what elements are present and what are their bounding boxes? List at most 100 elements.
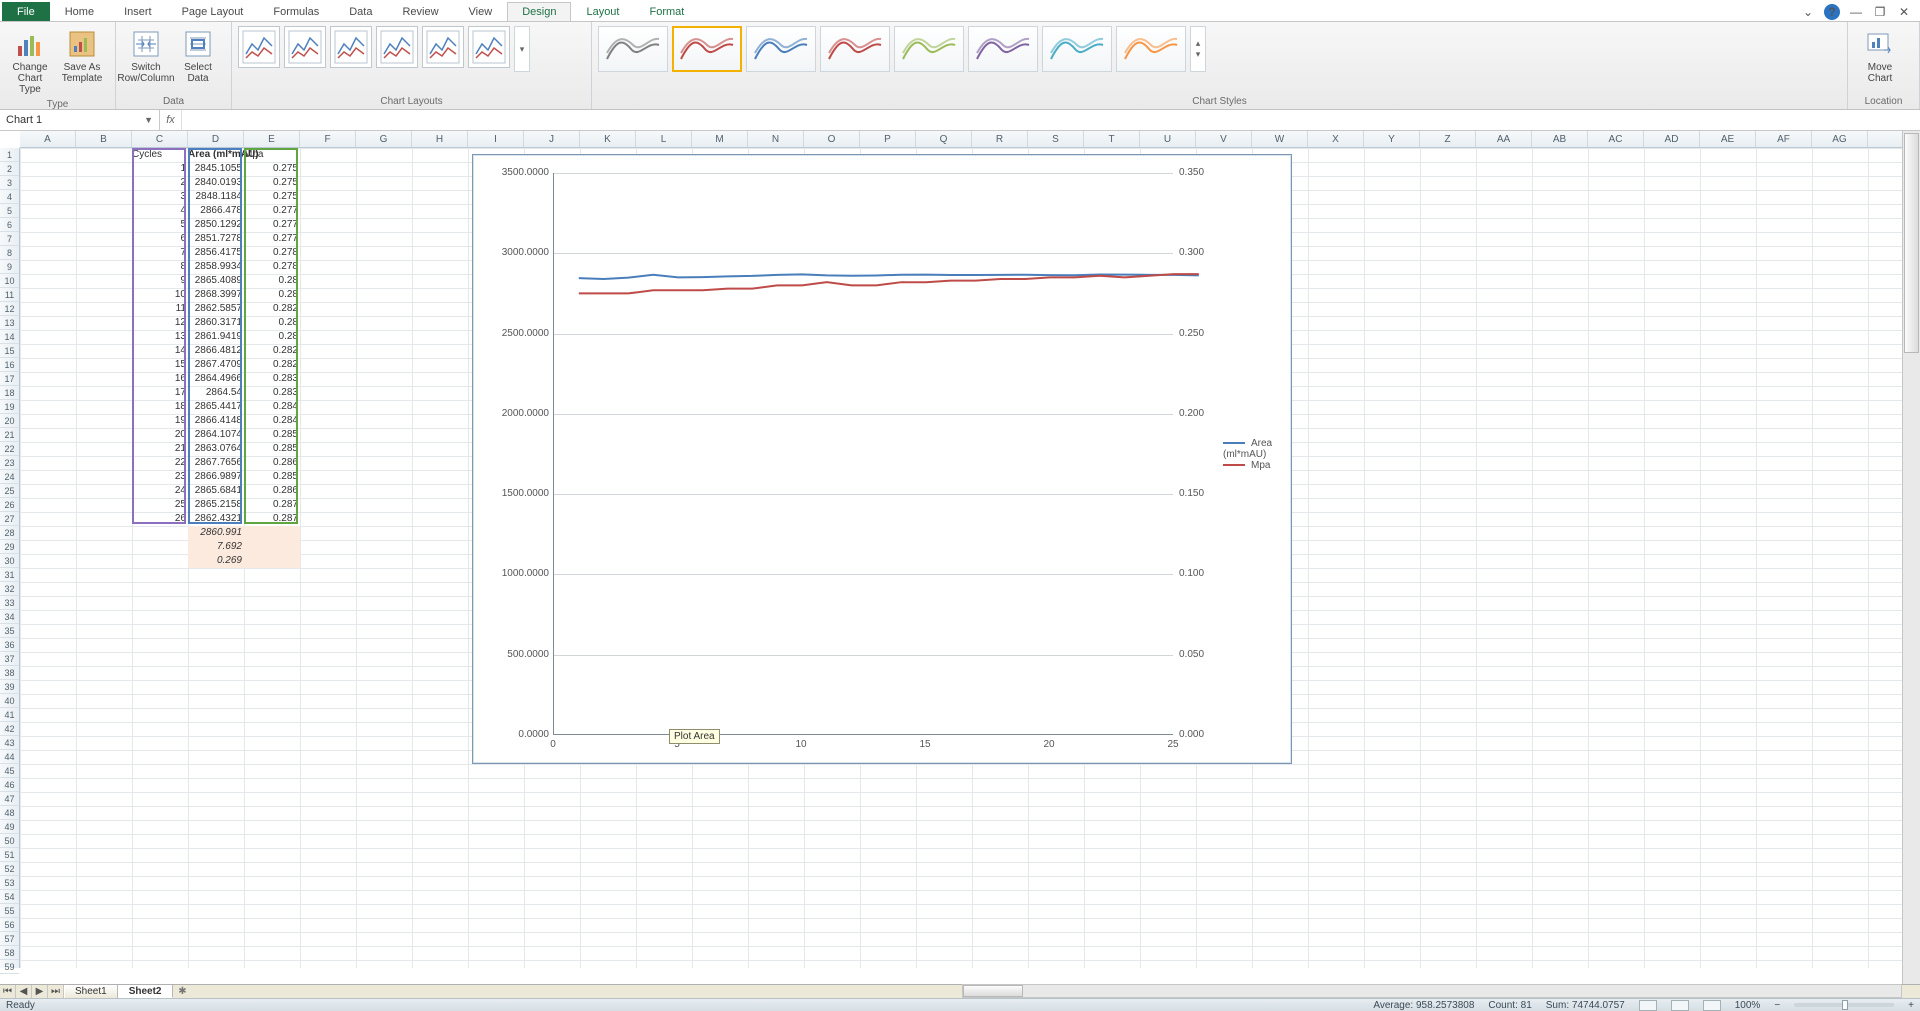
col-header[interactable]: AD (1644, 131, 1700, 147)
col-header[interactable]: Y (1364, 131, 1420, 147)
view-pagebreak-button[interactable] (1703, 1000, 1721, 1011)
row-header[interactable]: 35 (0, 624, 19, 638)
row-header[interactable]: 42 (0, 722, 19, 736)
row-header[interactable]: 36 (0, 638, 19, 652)
sheet-nav[interactable]: ⏮ ◀ ▶ ⏭ (0, 985, 64, 998)
move-chart-button[interactable]: Move Chart (1854, 26, 1906, 86)
chart-layout-4[interactable] (376, 26, 418, 68)
chevron-down-icon[interactable]: ▼ (144, 115, 153, 125)
chart-style-6[interactable] (968, 26, 1038, 72)
row-header[interactable]: 14 (0, 330, 19, 344)
scrollbar-thumb[interactable] (1904, 133, 1919, 353)
row-header[interactable]: 12 (0, 302, 19, 316)
row-header[interactable]: 47 (0, 792, 19, 806)
row-header[interactable]: 51 (0, 848, 19, 862)
nav-next-icon[interactable]: ▶ (32, 985, 48, 998)
window-minimize-icon[interactable]: — (1848, 4, 1864, 20)
col-header[interactable]: F (300, 131, 356, 147)
new-sheet-button[interactable]: ✱ (173, 985, 193, 998)
chart-style-4[interactable] (820, 26, 890, 72)
col-header[interactable]: A (20, 131, 76, 147)
nav-first-icon[interactable]: ⏮ (0, 985, 16, 998)
row-header[interactable]: 46 (0, 778, 19, 792)
col-header[interactable]: G (356, 131, 412, 147)
column-headers[interactable]: ABCDEFGHIJKLMNOPQRSTUVWXYZAAABACADAEAFAG (20, 131, 1902, 148)
zoom-in-button[interactable]: + (1908, 1000, 1914, 1011)
col-header[interactable]: AE (1700, 131, 1756, 147)
chart-style-2[interactable] (672, 26, 742, 72)
col-header[interactable]: Q (916, 131, 972, 147)
scrollbar-thumb[interactable] (963, 985, 1023, 997)
sheet-tab-sheet2[interactable]: Sheet2 (118, 985, 173, 998)
row-header[interactable]: 19 (0, 400, 19, 414)
row-header[interactable]: 31 (0, 568, 19, 582)
save-as-template-button[interactable]: Save As Template (58, 26, 106, 86)
row-header[interactable]: 34 (0, 610, 19, 624)
row-headers[interactable]: 1234567891011121314151617181920212223242… (0, 148, 20, 968)
row-header[interactable]: 25 (0, 484, 19, 498)
row-header[interactable]: 57 (0, 932, 19, 946)
worksheet-grid[interactable]: ABCDEFGHIJKLMNOPQRSTUVWXYZAAABACADAEAFAG… (0, 131, 1920, 984)
row-header[interactable]: 58 (0, 946, 19, 960)
vertical-scrollbar[interactable] (1902, 131, 1920, 984)
row-header[interactable]: 24 (0, 470, 19, 484)
row-header[interactable]: 5 (0, 204, 19, 218)
row-header[interactable]: 32 (0, 582, 19, 596)
row-header[interactable]: 21 (0, 428, 19, 442)
row-header[interactable]: 27 (0, 512, 19, 526)
styles-more-button[interactable]: ▴▾ (1190, 26, 1206, 72)
name-box[interactable]: Chart 1 ▼ (0, 110, 160, 130)
chart-layout-5[interactable] (422, 26, 464, 68)
window-restore-icon[interactable]: ❐ (1872, 4, 1888, 20)
row-header[interactable]: 30 (0, 554, 19, 568)
row-header[interactable]: 54 (0, 890, 19, 904)
tab-data[interactable]: Data (334, 2, 387, 21)
tab-page-layout[interactable]: Page Layout (167, 2, 259, 21)
zoom-knob[interactable] (1842, 1000, 1848, 1010)
view-layout-button[interactable] (1671, 1000, 1689, 1011)
row-header[interactable]: 10 (0, 274, 19, 288)
col-header[interactable]: M (692, 131, 748, 147)
col-header[interactable]: J (524, 131, 580, 147)
formula-input[interactable] (182, 110, 1920, 130)
tab-view[interactable]: View (454, 2, 508, 21)
row-header[interactable]: 6 (0, 218, 19, 232)
row-header[interactable]: 53 (0, 876, 19, 890)
col-header[interactable]: K (580, 131, 636, 147)
sheet-tab-sheet1[interactable]: Sheet1 (64, 985, 118, 998)
cells-area[interactable]: CyclesArea (ml*mAU)Mpa12845.10550.275228… (20, 148, 1902, 968)
row-header[interactable]: 43 (0, 736, 19, 750)
change-chart-type-button[interactable]: Change Chart Type (6, 26, 54, 97)
tab-format[interactable]: Format (634, 2, 699, 21)
col-header[interactable]: AC (1588, 131, 1644, 147)
horizontal-scrollbar[interactable] (962, 984, 1902, 998)
cell[interactable]: 0.269 (188, 554, 244, 568)
chart-legend[interactable]: Area (ml*mAU)Mpa (1223, 438, 1291, 471)
nav-prev-icon[interactable]: ◀ (16, 985, 32, 998)
col-header[interactable]: E (244, 131, 300, 147)
layouts-more-button[interactable]: ▾ (514, 26, 530, 72)
tab-file[interactable]: File (2, 2, 50, 21)
view-normal-button[interactable] (1639, 1000, 1657, 1011)
chart-style-8[interactable] (1116, 26, 1186, 72)
tab-design[interactable]: Design (507, 2, 571, 21)
fx-icon[interactable]: fx (160, 110, 182, 130)
embedded-chart[interactable]: 0.00000.000500.00000.0501000.00000.10015… (472, 154, 1292, 764)
row-header[interactable]: 48 (0, 806, 19, 820)
chart-style-1[interactable] (598, 26, 668, 72)
col-header[interactable]: AG (1812, 131, 1868, 147)
row-header[interactable]: 4 (0, 190, 19, 204)
row-header[interactable]: 15 (0, 344, 19, 358)
zoom-level[interactable]: 100% (1735, 1000, 1761, 1011)
row-header[interactable]: 13 (0, 316, 19, 330)
row-header[interactable]: 55 (0, 904, 19, 918)
row-header[interactable]: 52 (0, 862, 19, 876)
zoom-slider[interactable] (1794, 1003, 1894, 1007)
row-header[interactable]: 26 (0, 498, 19, 512)
tab-review[interactable]: Review (387, 2, 453, 21)
tab-layout[interactable]: Layout (571, 2, 634, 21)
row-header[interactable]: 17 (0, 372, 19, 386)
row-header[interactable]: 38 (0, 666, 19, 680)
help-icon[interactable]: ? (1824, 4, 1840, 20)
row-header[interactable]: 56 (0, 918, 19, 932)
